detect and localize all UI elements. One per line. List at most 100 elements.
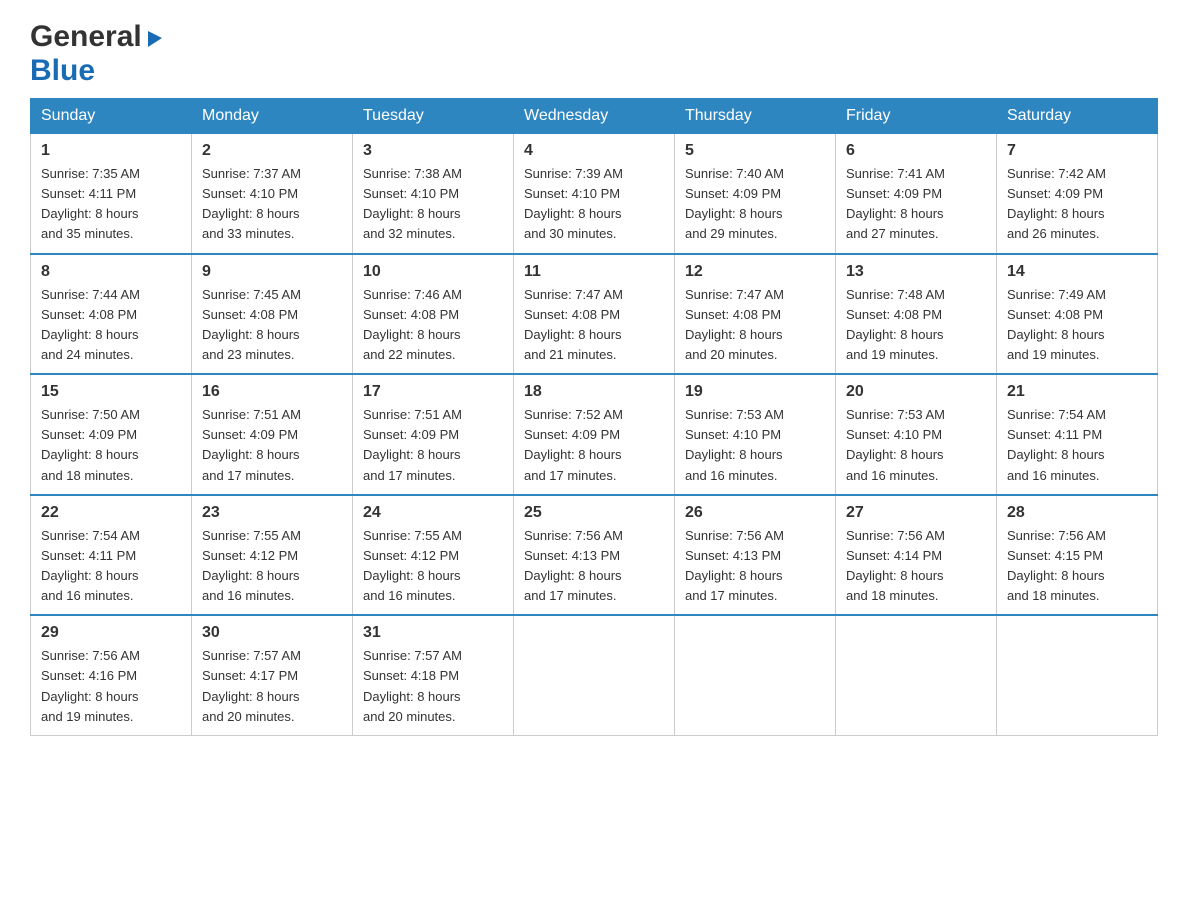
sunrise-label: Sunrise: 7:54 AM: [41, 528, 140, 543]
weekday-header-tuesday: Tuesday: [353, 99, 514, 134]
page-header: General Blue: [30, 20, 1158, 88]
weekday-header-saturday: Saturday: [997, 99, 1158, 134]
daylight-label: Daylight: 8 hours: [685, 447, 783, 462]
sunrise-label: Sunrise: 7:44 AM: [41, 287, 140, 302]
calendar-day-cell: 15 Sunrise: 7:50 AM Sunset: 4:09 PM Dayl…: [31, 374, 192, 495]
daylight-label: Daylight: 8 hours: [363, 568, 461, 583]
calendar-day-cell: 17 Sunrise: 7:51 AM Sunset: 4:09 PM Dayl…: [353, 374, 514, 495]
sunset-label: Sunset: 4:08 PM: [1007, 307, 1103, 322]
day-info: Sunrise: 7:56 AM Sunset: 4:13 PM Dayligh…: [524, 526, 664, 607]
sunset-label: Sunset: 4:09 PM: [1007, 186, 1103, 201]
calendar-week-row: 8 Sunrise: 7:44 AM Sunset: 4:08 PM Dayli…: [31, 254, 1158, 375]
sunrise-label: Sunrise: 7:45 AM: [202, 287, 301, 302]
calendar-week-row: 15 Sunrise: 7:50 AM Sunset: 4:09 PM Dayl…: [31, 374, 1158, 495]
day-number: 27: [846, 504, 986, 522]
sunrise-label: Sunrise: 7:56 AM: [846, 528, 945, 543]
sunrise-label: Sunrise: 7:50 AM: [41, 407, 140, 422]
day-info: Sunrise: 7:57 AM Sunset: 4:18 PM Dayligh…: [363, 646, 503, 727]
daylight-minutes: and 22 minutes.: [363, 347, 456, 362]
daylight-label: Daylight: 8 hours: [846, 447, 944, 462]
sunset-label: Sunset: 4:10 PM: [685, 427, 781, 442]
sunset-label: Sunset: 4:08 PM: [363, 307, 459, 322]
day-info: Sunrise: 7:51 AM Sunset: 4:09 PM Dayligh…: [363, 405, 503, 486]
calendar-table: SundayMondayTuesdayWednesdayThursdayFrid…: [30, 98, 1158, 736]
calendar-day-cell: 24 Sunrise: 7:55 AM Sunset: 4:12 PM Dayl…: [353, 495, 514, 616]
calendar-day-cell: 13 Sunrise: 7:48 AM Sunset: 4:08 PM Dayl…: [836, 254, 997, 375]
sunset-label: Sunset: 4:10 PM: [202, 186, 298, 201]
sunset-label: Sunset: 4:09 PM: [41, 427, 137, 442]
calendar-day-cell: [514, 615, 675, 735]
calendar-day-cell: [997, 615, 1158, 735]
sunrise-label: Sunrise: 7:49 AM: [1007, 287, 1106, 302]
calendar-day-cell: 11 Sunrise: 7:47 AM Sunset: 4:08 PM Dayl…: [514, 254, 675, 375]
calendar-day-cell: 30 Sunrise: 7:57 AM Sunset: 4:17 PM Dayl…: [192, 615, 353, 735]
sunset-label: Sunset: 4:11 PM: [41, 186, 136, 201]
day-number: 8: [41, 263, 181, 281]
day-info: Sunrise: 7:54 AM Sunset: 4:11 PM Dayligh…: [41, 526, 181, 607]
calendar-day-cell: 16 Sunrise: 7:51 AM Sunset: 4:09 PM Dayl…: [192, 374, 353, 495]
day-number: 22: [41, 504, 181, 522]
logo-general-text: General: [30, 20, 142, 54]
day-number: 26: [685, 504, 825, 522]
daylight-label: Daylight: 8 hours: [202, 447, 300, 462]
day-number: 5: [685, 142, 825, 160]
calendar-day-cell: 25 Sunrise: 7:56 AM Sunset: 4:13 PM Dayl…: [514, 495, 675, 616]
sunset-label: Sunset: 4:16 PM: [41, 668, 137, 683]
day-number: 9: [202, 263, 342, 281]
sunrise-label: Sunrise: 7:54 AM: [1007, 407, 1106, 422]
sunrise-label: Sunrise: 7:51 AM: [202, 407, 301, 422]
weekday-header-wednesday: Wednesday: [514, 99, 675, 134]
daylight-label: Daylight: 8 hours: [41, 568, 139, 583]
day-number: 17: [363, 383, 503, 401]
sunrise-label: Sunrise: 7:55 AM: [363, 528, 462, 543]
day-info: Sunrise: 7:42 AM Sunset: 4:09 PM Dayligh…: [1007, 164, 1147, 245]
sunset-label: Sunset: 4:12 PM: [363, 548, 459, 563]
calendar-day-cell: 19 Sunrise: 7:53 AM Sunset: 4:10 PM Dayl…: [675, 374, 836, 495]
day-number: 24: [363, 504, 503, 522]
day-info: Sunrise: 7:56 AM Sunset: 4:16 PM Dayligh…: [41, 646, 181, 727]
daylight-minutes: and 30 minutes.: [524, 226, 617, 241]
daylight-minutes: and 18 minutes.: [846, 588, 939, 603]
daylight-minutes: and 20 minutes.: [202, 709, 295, 724]
daylight-minutes: and 17 minutes.: [363, 468, 456, 483]
sunrise-label: Sunrise: 7:35 AM: [41, 166, 140, 181]
calendar-day-cell: 14 Sunrise: 7:49 AM Sunset: 4:08 PM Dayl…: [997, 254, 1158, 375]
day-info: Sunrise: 7:52 AM Sunset: 4:09 PM Dayligh…: [524, 405, 664, 486]
day-info: Sunrise: 7:48 AM Sunset: 4:08 PM Dayligh…: [846, 285, 986, 366]
weekday-header-thursday: Thursday: [675, 99, 836, 134]
sunset-label: Sunset: 4:14 PM: [846, 548, 942, 563]
daylight-label: Daylight: 8 hours: [685, 327, 783, 342]
sunset-label: Sunset: 4:08 PM: [524, 307, 620, 322]
sunset-label: Sunset: 4:10 PM: [524, 186, 620, 201]
day-info: Sunrise: 7:38 AM Sunset: 4:10 PM Dayligh…: [363, 164, 503, 245]
day-number: 15: [41, 383, 181, 401]
calendar-day-cell: 27 Sunrise: 7:56 AM Sunset: 4:14 PM Dayl…: [836, 495, 997, 616]
daylight-minutes: and 16 minutes.: [1007, 468, 1100, 483]
day-number: 3: [363, 142, 503, 160]
daylight-label: Daylight: 8 hours: [363, 689, 461, 704]
daylight-minutes: and 27 minutes.: [846, 226, 939, 241]
day-info: Sunrise: 7:44 AM Sunset: 4:08 PM Dayligh…: [41, 285, 181, 366]
day-number: 10: [363, 263, 503, 281]
daylight-label: Daylight: 8 hours: [1007, 568, 1105, 583]
calendar-day-cell: 31 Sunrise: 7:57 AM Sunset: 4:18 PM Dayl…: [353, 615, 514, 735]
daylight-label: Daylight: 8 hours: [363, 327, 461, 342]
weekday-header-sunday: Sunday: [31, 99, 192, 134]
calendar-day-cell: 29 Sunrise: 7:56 AM Sunset: 4:16 PM Dayl…: [31, 615, 192, 735]
calendar-day-cell: 4 Sunrise: 7:39 AM Sunset: 4:10 PM Dayli…: [514, 134, 675, 254]
day-info: Sunrise: 7:47 AM Sunset: 4:08 PM Dayligh…: [685, 285, 825, 366]
daylight-minutes: and 35 minutes.: [41, 226, 134, 241]
sunset-label: Sunset: 4:12 PM: [202, 548, 298, 563]
daylight-minutes: and 20 minutes.: [685, 347, 778, 362]
calendar-day-cell: 26 Sunrise: 7:56 AM Sunset: 4:13 PM Dayl…: [675, 495, 836, 616]
daylight-minutes: and 16 minutes.: [363, 588, 456, 603]
sunset-label: Sunset: 4:08 PM: [41, 307, 137, 322]
sunrise-label: Sunrise: 7:46 AM: [363, 287, 462, 302]
sunrise-label: Sunrise: 7:53 AM: [685, 407, 784, 422]
day-number: 12: [685, 263, 825, 281]
calendar-day-cell: 1 Sunrise: 7:35 AM Sunset: 4:11 PM Dayli…: [31, 134, 192, 254]
day-info: Sunrise: 7:57 AM Sunset: 4:17 PM Dayligh…: [202, 646, 342, 727]
day-number: 4: [524, 142, 664, 160]
calendar-day-cell: 22 Sunrise: 7:54 AM Sunset: 4:11 PM Dayl…: [31, 495, 192, 616]
calendar-day-cell: 28 Sunrise: 7:56 AM Sunset: 4:15 PM Dayl…: [997, 495, 1158, 616]
